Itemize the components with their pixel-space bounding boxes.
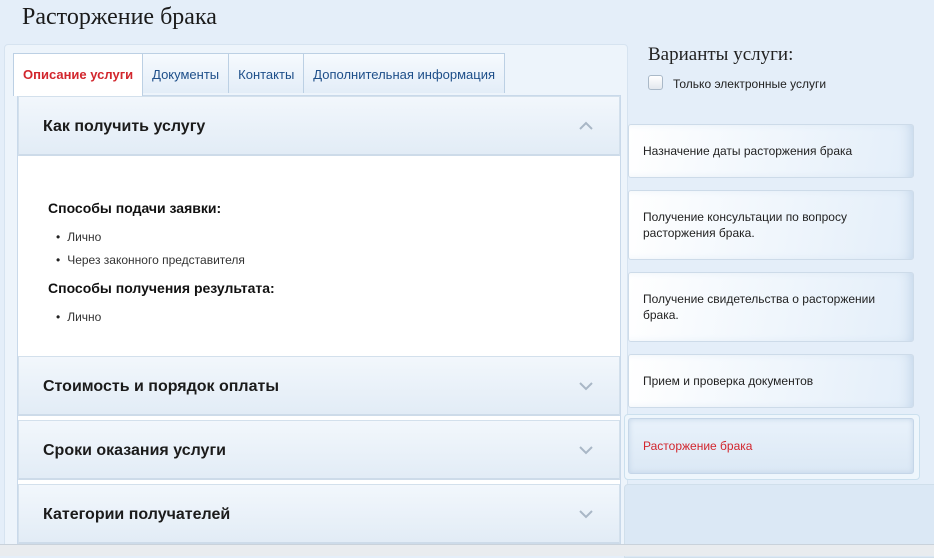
tab-contacts[interactable]: Контакты — [228, 53, 305, 93]
accordion-title: Как получить услугу — [43, 118, 206, 135]
list-item: Через законного представителя — [56, 253, 245, 267]
accordion-terms[interactable]: Сроки оказания услуги — [18, 420, 620, 480]
tab-bar: Описание услуги Документы Контакты Допол… — [13, 53, 506, 96]
variant-schedule-date[interactable]: Назначение даты расторжения брака — [628, 124, 914, 178]
result-methods-heading: Способы получения результата: — [48, 280, 275, 296]
accordion-title: Сроки оказания услуги — [43, 442, 226, 459]
electronic-only-label[interactable]: Только электронные услуги — [673, 77, 826, 91]
tab-content: Как получить услугу Способы подачи заявк… — [17, 95, 621, 551]
list-item: Лично — [56, 230, 101, 244]
page-title: Расторжение брака — [22, 4, 217, 30]
tab-additional-info[interactable]: Дополнительная информация — [303, 53, 506, 93]
variants-title: Варианты услуги: — [648, 44, 794, 65]
chevron-down-icon[interactable] — [579, 381, 593, 391]
variant-certificate[interactable]: Получение свидетельства о расторжении бр… — [628, 272, 914, 342]
accordion-title: Стоимость и порядок оплаты — [43, 378, 279, 395]
accordion-categories[interactable]: Категории получателей — [18, 484, 620, 544]
chevron-down-icon[interactable] — [579, 445, 593, 455]
accordion-title: Категории получателей — [43, 506, 231, 523]
variant-divorce[interactable]: Расторжение брака — [628, 418, 914, 474]
submission-methods-heading: Способы подачи заявки: — [48, 200, 222, 216]
variant-consultation[interactable]: Получение консультации по вопросу растор… — [628, 190, 914, 260]
chevron-down-icon[interactable] — [579, 509, 593, 519]
service-description-panel: Описание услуги Документы Контакты Допол… — [4, 44, 628, 551]
accordion-cost[interactable]: Стоимость и порядок оплаты — [18, 356, 620, 416]
list-item: Лично — [56, 310, 101, 324]
tab-service-description[interactable]: Описание услуги — [13, 53, 144, 96]
electronic-only-checkbox[interactable] — [648, 75, 663, 90]
chevron-up-icon[interactable] — [579, 121, 593, 131]
variant-document-check[interactable]: Прием и проверка документов — [628, 354, 914, 408]
accordion-how-to-get[interactable]: Как получить услугу — [18, 96, 620, 156]
tab-documents[interactable]: Документы — [142, 53, 230, 93]
service-variants-panel: Варианты услуги: Только электронные услу… — [624, 44, 934, 558]
horizontal-scrollbar[interactable] — [0, 544, 934, 556]
